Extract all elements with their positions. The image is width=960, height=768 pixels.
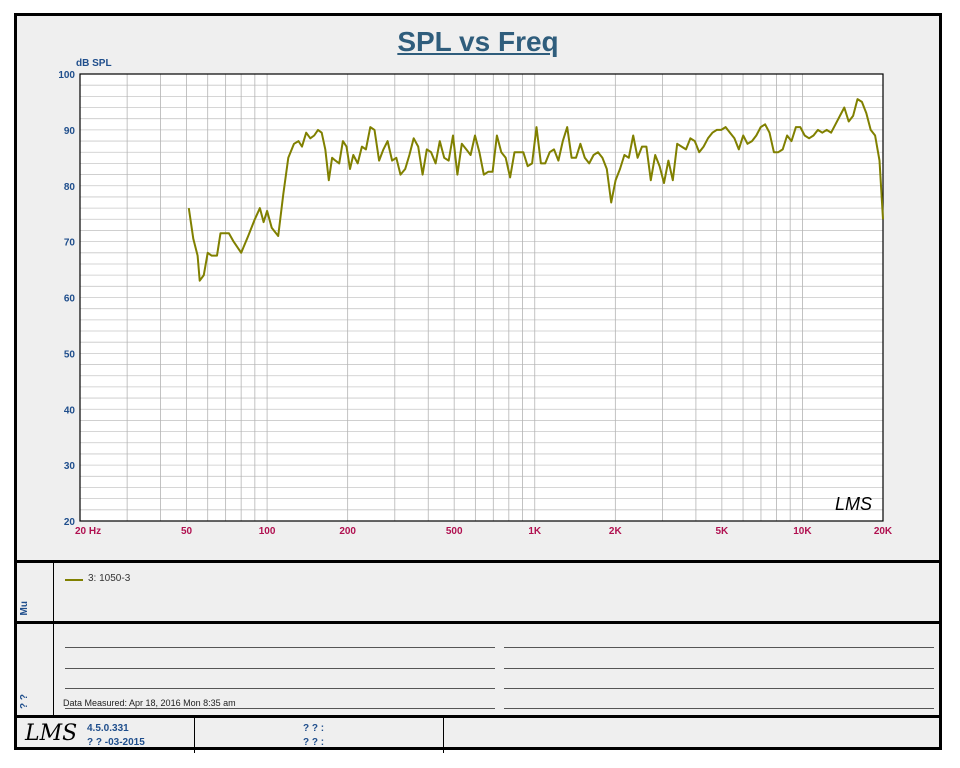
note-line [65, 668, 495, 669]
legend-side-label: Mu [19, 600, 30, 615]
footer-blank-cell [444, 718, 939, 753]
report-frame: SPL vs Freq 100 90 80 70 60 50 40 30 20 20 Hz 50 10… [14, 13, 942, 753]
y-tick-label: 50 [64, 349, 76, 360]
legend-swatch [65, 579, 83, 581]
legend-entry: 3: 1050-3 [88, 573, 131, 584]
footer-version-cell: LMS 4.5.0.331 ? ? -03-2015 [17, 718, 195, 753]
y-tick-label: 40 [64, 405, 76, 416]
y-tick-label: 70 [64, 238, 76, 249]
y-tick-label: 20 [64, 517, 76, 528]
footer-field-2: ? ? : [303, 737, 325, 748]
x-tick-label: 1K [528, 526, 542, 537]
y-axis-label: dB SPL [76, 58, 112, 69]
y-tick-label: 100 [58, 70, 75, 81]
x-tick-label: 20K [874, 526, 893, 537]
note-line [504, 668, 934, 669]
notes-side-label: ? ? [19, 694, 30, 709]
x-tick-label: 2K [609, 526, 623, 537]
x-tick-label: 500 [446, 526, 463, 537]
x-tick-label: 200 [339, 526, 356, 537]
note-line [65, 688, 495, 689]
data-measured-text: Data Measured: Apr 18, 2016 Mon 8:35 am [63, 698, 236, 708]
y-tick-label: 60 [64, 294, 76, 305]
note-line [65, 708, 495, 709]
chart-panel: SPL vs Freq 100 90 80 70 60 50 40 30 20 20 Hz 50 10… [17, 16, 939, 557]
notes-panel: ? ? Data Measured: Apr 18, 2016 Mon 8:35… [17, 621, 939, 715]
legend-panel: Mu 3: 1050-3 [17, 560, 939, 621]
x-tick-label: 20 Hz [75, 526, 101, 537]
footer-fields-cell: ? ? : ? ? : [195, 718, 444, 753]
y-tick-label: 80 [64, 182, 76, 193]
note-line [504, 688, 934, 689]
y-tick-label: 30 [64, 461, 76, 472]
y-tick-label: 90 [64, 126, 76, 137]
note-line [504, 708, 934, 709]
x-tick-label: 5K [715, 526, 729, 537]
lms-logo: LMS [25, 721, 78, 746]
notes-side-strip: ? ? [17, 624, 54, 715]
spl-chart: 100 90 80 70 60 50 40 30 2020 Hz 50 100 200 500 1K 2K 5… [58, 58, 893, 537]
note-line [504, 647, 934, 648]
lms-watermark: LMS [835, 494, 872, 514]
legend-side-strip: Mu [17, 563, 54, 621]
x-tick-label: 100 [259, 526, 276, 537]
footer-field-1: ? ? : [303, 723, 325, 734]
footer-panel: LMS 4.5.0.331 ? ? -03-2015 ? ? : ? ? : [17, 715, 939, 753]
x-tick-label: 50 [181, 526, 193, 537]
version-text: 4.5.0.331 [87, 723, 129, 734]
build-date-text: ? ? -03-2015 [87, 737, 145, 748]
x-tick-label: 10K [793, 526, 812, 537]
note-line [65, 647, 495, 648]
